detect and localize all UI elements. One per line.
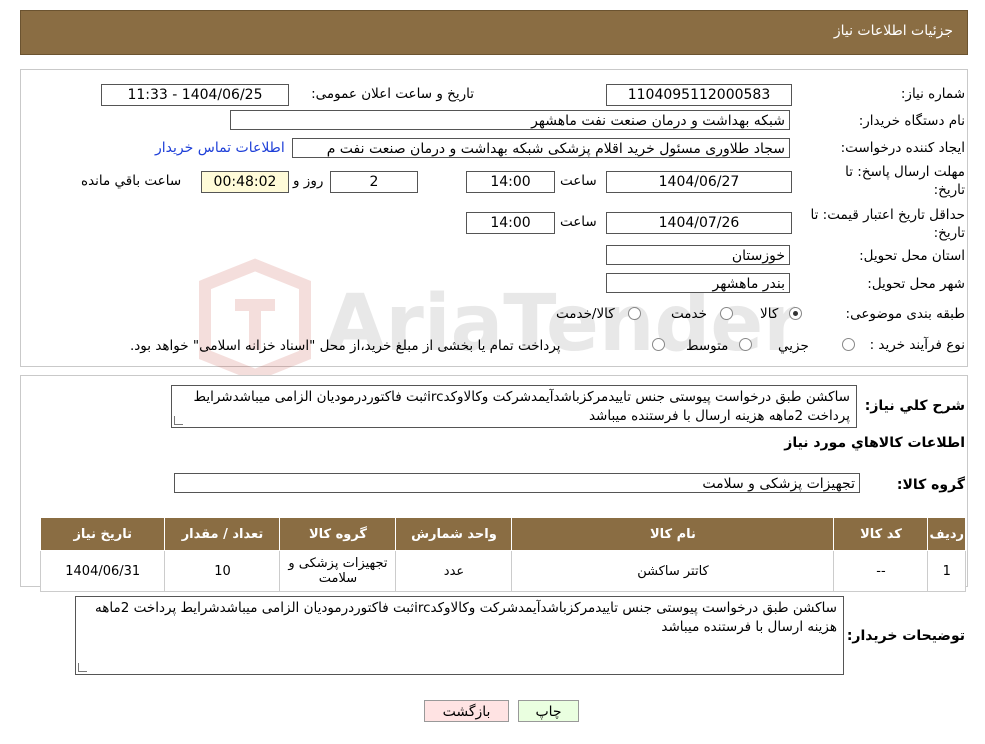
deadline-label: مهلت ارسال پاسخ: تا: [845, 164, 965, 180]
creator-field: سجاد طلاوری مسئول خرید اقلام پزشکی شبکه …: [292, 138, 790, 158]
announce-field: 1404/06/25 - 11:33: [101, 84, 289, 106]
buyer-notes-textarea[interactable]: ساکشن طبق درخواست پیوستی جنس تاییدمرکزبا…: [75, 596, 844, 675]
purchase-medium-label: متوسط: [686, 338, 729, 354]
col-group: گروه کالا: [279, 517, 397, 551]
category-goods-service-label: کالا/خدمت: [556, 306, 615, 322]
cell-quantity: 10: [164, 550, 281, 592]
cell-unit: عدد: [395, 550, 513, 592]
table-header-row: ردیف کد کالا نام کالا واحد شمارش گروه کا…: [39, 517, 966, 551]
validity-date-field: 1404/07/26: [606, 212, 792, 234]
deadline-time-field: 14:00: [466, 171, 555, 193]
need-number-label: شماره نیاز:: [900, 86, 965, 102]
category-service-radio[interactable]: [720, 307, 733, 320]
category-goods-radio[interactable]: [789, 307, 802, 320]
col-quantity: تعداد / مقدار: [164, 517, 281, 551]
back-button[interactable]: بازگشت: [424, 700, 509, 722]
col-row: ردیف: [927, 517, 966, 551]
category-goods-label: کالا: [760, 306, 779, 322]
deadline-time-label: ساعت: [560, 173, 597, 189]
purchase-treasury-checkbox[interactable]: [652, 338, 665, 351]
items-section-title: اطلاعات کالاهاي مورد نیاز: [784, 435, 965, 451]
purchase-minor-radio[interactable]: [842, 338, 855, 351]
remaining-label: ساعت باقي مانده: [81, 173, 182, 189]
category-service-label: خدمت: [671, 306, 707, 322]
deadline-date-field: 1404/06/27: [606, 171, 792, 193]
purchase-note: پرداخت تمام یا بخشی از مبلغ خرید،از محل …: [130, 338, 561, 354]
validity-time-field: 14:00: [466, 212, 555, 234]
buyer-contact-link[interactable]: اطلاعات تماس خریدار: [155, 140, 285, 156]
remaining-timer: 00:48:02: [201, 171, 289, 193]
cell-need-date: 1404/06/31: [39, 550, 166, 592]
purchase-minor-label: جزیي: [778, 338, 809, 354]
summary-text: ساکشن طبق درخواست پیوستی جنس تاییدمرکزبا…: [193, 389, 851, 424]
table-row[interactable]: 1 -- کاتتر ساکشن عدد تجهیزات پزشکی و سلا…: [39, 550, 966, 592]
creator-label: ایجاد کننده درخواست:: [840, 140, 965, 156]
buyer-field: شبکه بهداشت و درمان صنعت نفت ماهشهر: [230, 110, 790, 130]
province-field: خوزستان: [606, 245, 790, 265]
items-table: ردیف کد کالا نام کالا واحد شمارش گروه کا…: [39, 517, 966, 592]
city-field: بندر ماهشهر: [606, 273, 790, 293]
days-label: روز و: [293, 173, 324, 189]
buyer-label: نام دستگاه خریدار:: [858, 113, 965, 129]
city-label: شهر محل تحویل:: [867, 276, 965, 292]
validity-label: حداقل تاریخ اعتبار قیمت: تا: [810, 207, 965, 223]
category-goods-service-radio[interactable]: [628, 307, 641, 320]
goods-group-label: گروه کالا:: [896, 477, 965, 493]
purchase-medium-radio[interactable]: [739, 338, 752, 351]
print-button[interactable]: چاپ: [518, 700, 579, 722]
col-need-date: تاریخ نیاز: [39, 517, 166, 551]
resize-grip-icon[interactable]: [174, 416, 183, 425]
goods-group-field: تجهیزات پزشکی و سلامت: [174, 473, 860, 493]
buyer-notes-label: توضیحات خریدار:: [846, 628, 965, 644]
col-code: کد کالا: [833, 517, 929, 551]
province-label: استان محل تحویل:: [859, 248, 965, 264]
days-remaining-field: 2: [330, 171, 418, 193]
cell-row: 1: [927, 550, 966, 592]
resize-grip-icon[interactable]: [78, 663, 87, 672]
announce-label: تاریخ و ساعت اعلان عمومی:: [311, 86, 474, 102]
summary-textarea[interactable]: ساکشن طبق درخواست پیوستی جنس تاییدمرکزبا…: [171, 385, 857, 428]
need-number-field: 1104095112000583: [606, 84, 792, 106]
page-header: جزئیات اطلاعات نیاز: [20, 10, 968, 55]
deadline-label-2: تاریخ:: [933, 182, 965, 198]
category-label: طبقه بندی موضوعی:: [845, 306, 965, 322]
validity-label-2: تاریخ:: [933, 225, 965, 241]
cell-code: --: [833, 550, 929, 592]
validity-time-label: ساعت: [560, 214, 597, 230]
purchase-type-label: نوع فرآیند خرید :: [869, 337, 965, 353]
page-title: جزئیات اطلاعات نیاز: [833, 23, 953, 39]
cell-group: تجهیزات پزشکی و سلامت: [279, 550, 397, 592]
cell-name: کاتتر ساکشن: [511, 550, 835, 592]
col-name: نام کالا: [511, 517, 835, 551]
col-unit: واحد شمارش: [395, 517, 513, 551]
summary-label: شرح کلي نیاز:: [864, 398, 965, 414]
buyer-notes-text: ساکشن طبق درخواست پیوستی جنس تاییدمرکزبا…: [95, 600, 837, 635]
